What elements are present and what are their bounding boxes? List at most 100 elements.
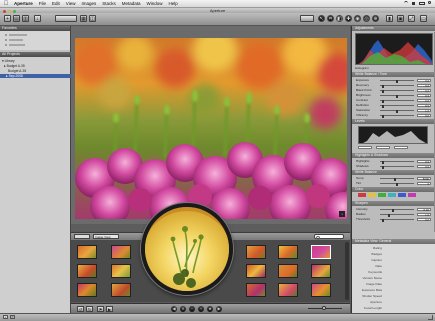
- loupe-tool-icon[interactable]: ⊕: [372, 15, 379, 22]
- straighten-tool-icon[interactable]: ◧: [336, 15, 343, 22]
- thumbnail[interactable]: [311, 283, 331, 297]
- slider-track[interactable]: [380, 160, 414, 164]
- slider-track[interactable]: [380, 182, 414, 186]
- redeye-tool-icon[interactable]: ◉: [354, 15, 361, 22]
- red-swatch[interactable]: [358, 193, 366, 197]
- metadata-view-popup[interactable]: Metadata View: General: [352, 239, 435, 244]
- menu-stacks[interactable]: Stacks: [99, 0, 119, 7]
- section-header[interactable]: Color: [352, 187, 435, 192]
- section-header[interactable]: Sharpen: [352, 201, 435, 206]
- slider-row[interactable]: Recovery 0.0: [354, 83, 434, 88]
- favorite-item[interactable]: [5, 43, 25, 47]
- slider-track[interactable]: [380, 208, 414, 212]
- slider-row[interactable]: Intensity 0.40: [354, 207, 434, 212]
- section-header[interactable]: Levels: [352, 119, 435, 124]
- inspector-toggle-button[interactable]: ▮: [386, 15, 393, 22]
- decrease-rating-icon[interactable]: −: [189, 306, 195, 312]
- thumbnail-selected[interactable]: [311, 245, 331, 259]
- compare-button[interactable]: ◫: [89, 15, 96, 22]
- slider-row[interactable]: Exposure 0.0: [354, 78, 434, 83]
- browser-view-buttons[interactable]: [74, 234, 90, 239]
- green-swatch[interactable]: [378, 193, 386, 197]
- slider-track[interactable]: [380, 79, 414, 83]
- menu-file[interactable]: File: [36, 0, 49, 7]
- new-project-button[interactable]: +: [4, 15, 11, 22]
- slider-knob[interactable]: [382, 218, 384, 222]
- blue-swatch[interactable]: [398, 193, 406, 197]
- image-view-popup[interactable]: Image View: [93, 234, 119, 239]
- favorite-item[interactable]: [5, 38, 23, 42]
- slideshow-button[interactable]: ▶: [106, 306, 113, 312]
- view-mode-group[interactable]: [55, 15, 77, 22]
- battery-icon[interactable]: [419, 2, 425, 5]
- section-header[interactable]: Highlights & Shadows: [352, 153, 435, 158]
- main-photo[interactable]: ▪: [75, 38, 347, 219]
- thumbnail[interactable]: [77, 283, 97, 297]
- fullscreen-button[interactable]: ⤢: [408, 15, 415, 22]
- magenta-swatch[interactable]: [408, 193, 416, 197]
- spot-patch-tool-icon[interactable]: ◎: [363, 15, 370, 22]
- tree-item-library[interactable]: ▾ Library: [0, 59, 72, 63]
- slider-track[interactable]: [380, 89, 414, 93]
- rotate-group[interactable]: [300, 15, 314, 22]
- select-icon[interactable]: ★: [207, 306, 213, 312]
- menu-help[interactable]: Help: [166, 0, 181, 7]
- lift-stamp-tool-icon[interactable]: ✚: [345, 15, 352, 22]
- thumbnail[interactable]: [278, 245, 298, 259]
- wifi-icon[interactable]: [404, 1, 408, 6]
- slider-row[interactable]: Shadows 0.0: [354, 164, 434, 169]
- slider-track[interactable]: [380, 177, 414, 181]
- slider-track[interactable]: [380, 114, 414, 118]
- slider-row[interactable]: Threshold 0.0: [354, 217, 434, 222]
- color-swatches[interactable]: [358, 193, 430, 198]
- rotate-right-button[interactable]: ↻: [86, 306, 93, 312]
- status-resize-handle[interactable]: [428, 315, 433, 320]
- crop-tool-icon[interactable]: ⌗: [327, 15, 334, 22]
- next-image-icon[interactable]: ▶: [216, 306, 222, 312]
- spotlight-icon[interactable]: [428, 1, 431, 4]
- viewer-mode-button[interactable]: ▭: [420, 15, 427, 22]
- slider-knob[interactable]: [382, 165, 384, 169]
- slider-row[interactable]: Radius 1.0: [354, 212, 434, 217]
- slider-track[interactable]: [380, 109, 414, 113]
- slider-track[interactable]: [380, 84, 414, 88]
- menu-view[interactable]: View: [63, 0, 79, 7]
- thumbnail[interactable]: [77, 245, 97, 259]
- slider-track[interactable]: [380, 165, 414, 169]
- thumbnail[interactable]: [246, 283, 266, 297]
- increase-rating-icon[interactable]: +: [198, 306, 204, 312]
- slider-knob[interactable]: [382, 114, 384, 118]
- slider-track[interactable]: [380, 104, 414, 108]
- slider-track[interactable]: [380, 213, 414, 217]
- tree-item-project[interactable]: ▸ Budget A-35: [0, 64, 74, 68]
- flag-button[interactable]: ⚑: [97, 306, 104, 312]
- apple-menu-icon[interactable]: : [3, 1, 9, 7]
- rotate-left-button[interactable]: ↺: [77, 306, 84, 312]
- loupe-magnifier[interactable]: [141, 203, 233, 295]
- slider-track[interactable]: [380, 99, 414, 103]
- filmstrip-scrollbar[interactable]: [345, 242, 349, 300]
- slider-track[interactable]: [380, 218, 414, 222]
- thumbnail[interactable]: [111, 264, 131, 278]
- thumbnail[interactable]: [111, 245, 131, 259]
- select-tool-icon[interactable]: ↖: [318, 15, 325, 22]
- slider-row[interactable]: Tint 0: [354, 181, 434, 186]
- menu-metadata[interactable]: Metadata: [119, 0, 144, 7]
- slider-row[interactable]: Contrast 0.0: [354, 98, 434, 103]
- slider-row[interactable]: Saturation 1.0: [354, 108, 434, 113]
- slider-knob[interactable]: [322, 306, 326, 310]
- cyan-swatch[interactable]: [388, 193, 396, 197]
- slider-row[interactable]: Highlights 0.0: [354, 159, 434, 164]
- import-button[interactable]: ↓: [34, 15, 41, 22]
- slider-row[interactable]: Black Point 0.0: [354, 88, 434, 93]
- stack-button[interactable]: ▦: [80, 15, 87, 22]
- thumbnail[interactable]: [246, 264, 266, 278]
- thumbnail[interactable]: [278, 283, 298, 297]
- thumbnail[interactable]: [246, 245, 266, 259]
- tree-item-selected[interactable]: ▸ Sep-2008: [0, 74, 76, 78]
- histogram-options[interactable]: Histogram: [355, 66, 433, 70]
- slider-row[interactable]: Vibrancy 0.0: [354, 113, 434, 118]
- status-add-button[interactable]: +: [3, 315, 8, 319]
- inspector-tabs[interactable]: Adjustments: [352, 26, 435, 31]
- hud-button[interactable]: ▣: [397, 15, 404, 22]
